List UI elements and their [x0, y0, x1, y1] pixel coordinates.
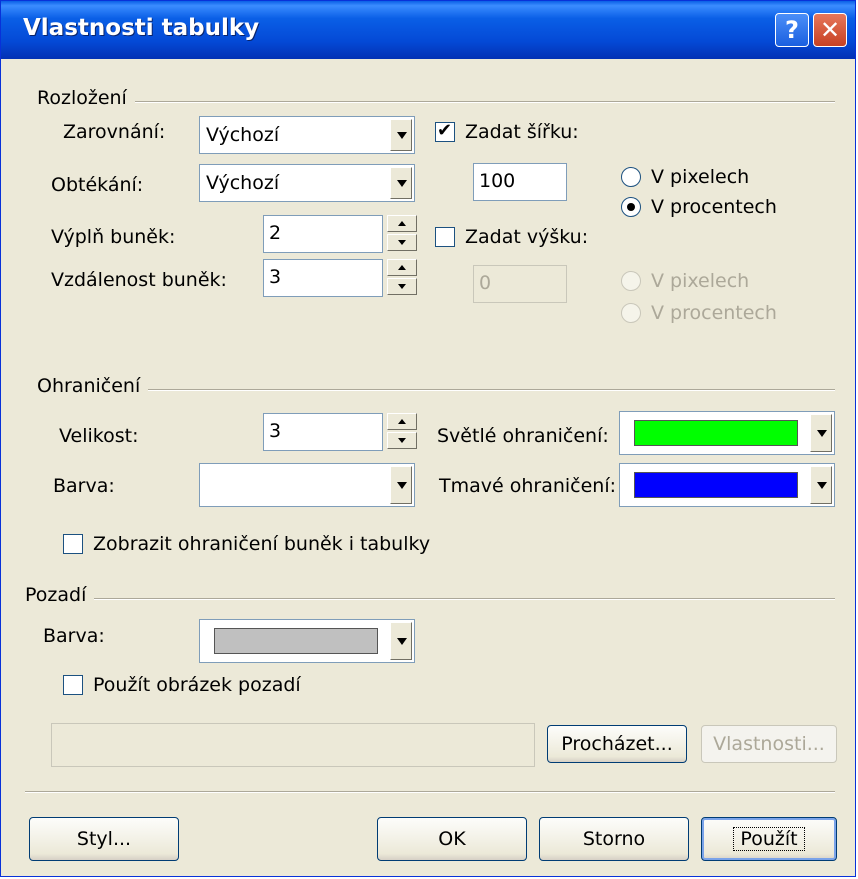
float-value: Výchozí [206, 172, 280, 194]
specify-width-checkbox[interactable] [435, 120, 455, 142]
background-image-path-input [51, 723, 535, 767]
light-border-swatch [634, 420, 798, 446]
apply-button-label: Použít [733, 827, 805, 851]
width-pixels-radio[interactable] [621, 167, 641, 187]
dark-border-swatch [634, 472, 798, 498]
height-pixels-radio [621, 271, 641, 291]
chevron-down-icon[interactable] [390, 622, 412, 660]
background-color-select[interactable] [199, 619, 415, 663]
borders-section-label: Ohraničení [37, 375, 149, 397]
cancel-button[interactable]: Storno [539, 817, 689, 861]
alignment-select[interactable]: Výchozí [199, 116, 415, 154]
dark-border-select[interactable] [619, 463, 835, 507]
height-percent-label: V procentech [651, 302, 777, 324]
spin-down-icon[interactable] [387, 278, 417, 295]
table-properties-dialog: Vlastnosti tabulky ? ✕ Rozložení Zarovná… [0, 0, 856, 877]
width-percent-label[interactable]: V procentech [651, 196, 777, 218]
apply-button[interactable]: Použít [701, 817, 837, 861]
float-label: Obtékání: [51, 174, 144, 196]
show-cell-borders-label[interactable]: Zobrazit ohraničení buněk i tabulky [93, 533, 430, 555]
spin-up-icon[interactable] [387, 259, 417, 276]
chevron-down-icon[interactable] [390, 119, 412, 151]
specify-height-checkbox[interactable] [435, 227, 455, 247]
border-color-select[interactable] [199, 463, 415, 507]
width-percent-radio[interactable] [621, 197, 641, 217]
help-button[interactable]: ? [775, 13, 809, 47]
borders-section-rule [37, 389, 835, 391]
footer-separator [25, 791, 835, 793]
chevron-down-icon[interactable] [390, 167, 412, 199]
use-background-image-label[interactable]: Použít obrázek pozadí [93, 674, 301, 696]
image-properties-button: Vlastnosti... [701, 725, 837, 763]
background-color-label: Barva: [43, 625, 105, 647]
title-bar[interactable]: Vlastnosti tabulky ? ✕ [1, 1, 855, 59]
spin-up-icon[interactable] [387, 413, 417, 430]
light-border-select[interactable] [619, 411, 835, 455]
browse-button[interactable]: Procházet... [547, 725, 687, 763]
show-cell-borders-checkbox[interactable] [63, 534, 83, 554]
ok-button[interactable]: OK [377, 817, 527, 861]
layout-section-rule [37, 101, 835, 103]
border-color-label: Barva: [53, 475, 115, 497]
background-color-swatch [214, 628, 378, 654]
background-section-label: Pozadí [25, 584, 95, 606]
close-button[interactable]: ✕ [813, 13, 847, 47]
use-background-image-checkbox[interactable] [63, 675, 83, 695]
spacing-input[interactable]: 3 [263, 259, 383, 297]
chevron-down-icon[interactable] [810, 466, 832, 504]
specify-height-label[interactable]: Zadat výšku: [465, 226, 588, 248]
style-button[interactable]: Styl... [29, 817, 179, 861]
padding-spinner[interactable] [387, 215, 417, 253]
width-input[interactable]: 100 [473, 163, 567, 201]
width-pixels-label[interactable]: V pixelech [651, 166, 749, 188]
border-size-input[interactable]: 3 [263, 413, 383, 451]
layout-section-label: Rozložení [37, 87, 135, 109]
chevron-down-icon[interactable] [810, 414, 832, 452]
padding-input[interactable]: 2 [263, 215, 383, 253]
spacing-label: Vzdálenost buněk: [51, 269, 227, 291]
float-select[interactable]: Výchozí [199, 164, 415, 202]
alignment-label: Zarovnání: [63, 121, 166, 143]
dialog-title: Vlastnosti tabulky [23, 15, 260, 41]
spacing-spinner[interactable] [387, 259, 417, 297]
spin-up-icon[interactable] [387, 215, 417, 232]
height-percent-radio [621, 303, 641, 323]
alignment-value: Výchozí [206, 124, 280, 146]
border-size-label: Velikost: [59, 425, 139, 447]
background-section-rule [25, 598, 835, 600]
height-input: 0 [473, 265, 567, 303]
light-border-label: Světlé ohraničení: [437, 425, 609, 447]
height-pixels-label: V pixelech [651, 270, 750, 292]
specify-width-label[interactable]: Zadat šířku: [465, 121, 579, 143]
spin-down-icon[interactable] [387, 234, 417, 251]
border-size-spinner[interactable] [387, 413, 417, 451]
spin-down-icon[interactable] [387, 432, 417, 449]
chevron-down-icon[interactable] [390, 466, 412, 504]
dark-border-label: Tmavé ohraničení: [439, 475, 617, 497]
padding-label: Výplň buněk: [51, 226, 176, 248]
